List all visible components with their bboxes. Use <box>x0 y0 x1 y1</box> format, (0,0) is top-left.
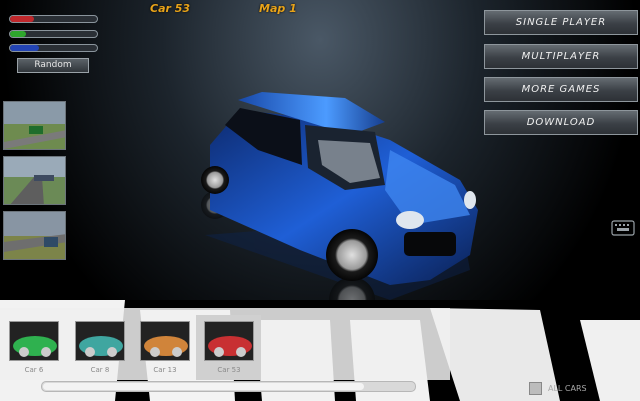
car-13-thumbnail <box>140 321 190 361</box>
car-53-thumbnail <box>204 321 254 361</box>
status-bar-red <box>9 15 98 23</box>
status-bar-blue <box>9 44 98 52</box>
map-thumbnail-3[interactable] <box>3 211 66 260</box>
more-games-button[interactable]: MORE GAMES <box>484 77 638 102</box>
car-6-label: Car 6 <box>24 366 44 374</box>
status-bar-green <box>9 30 98 38</box>
all-cars-label: ALL CARS <box>548 384 587 393</box>
single-player-button[interactable]: SINGLE PLAYER <box>484 10 638 35</box>
car-card-6[interactable]: Car 6 <box>5 318 67 380</box>
car-card-13[interactable]: Car 13 <box>136 318 198 380</box>
map-thumbnail-1[interactable] <box>3 101 66 150</box>
random-button[interactable]: Random <box>17 58 89 73</box>
car-card-53[interactable]: Car 53 <box>200 318 262 380</box>
car-6-thumbnail <box>9 321 59 361</box>
download-button[interactable]: DOWNLOAD <box>484 110 638 135</box>
keyboard-icon[interactable] <box>611 218 635 238</box>
car-53-label: Car 53 <box>217 366 241 374</box>
car-8-thumbnail <box>75 321 125 361</box>
game-scene: Random Car 53 Map 1 SINGLE PLAYER MULTIP… <box>0 0 640 401</box>
map-3-image <box>4 212 65 259</box>
car-title: Car 53 <box>150 2 191 15</box>
car-13-label: Car 13 <box>153 366 177 374</box>
map-title: Map 1 <box>259 2 297 15</box>
multiplayer-button[interactable]: MULTIPLAYER <box>484 44 638 69</box>
map-thumbnail-2[interactable] <box>3 156 66 205</box>
scrollbar-thumb[interactable] <box>43 383 364 390</box>
car-strip-scrollbar[interactable] <box>41 381 416 392</box>
car-card-8[interactable]: Car 8 <box>71 318 133 380</box>
all-cars-checkbox[interactable] <box>529 382 542 395</box>
map-2-image <box>4 157 65 204</box>
car-8-label: Car 8 <box>90 366 110 374</box>
map-1-image <box>4 102 65 149</box>
